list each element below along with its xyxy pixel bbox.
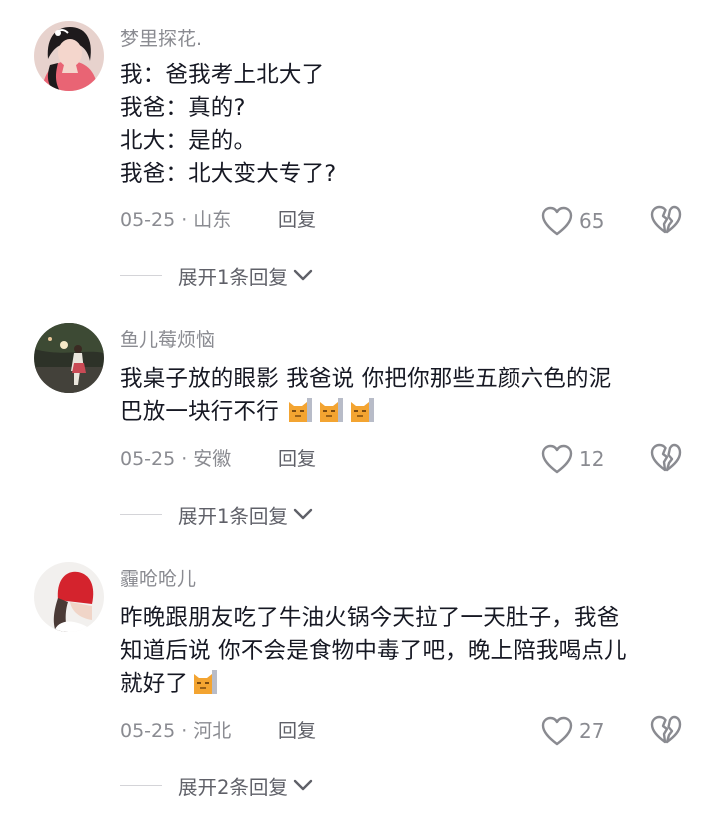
separator-dot: · (181, 720, 188, 742)
comment-location: 安徽 (193, 448, 232, 470)
expand-replies[interactable]: 展开1条回复 (120, 501, 314, 528)
reply-button[interactable]: 回复 (278, 718, 316, 744)
username[interactable]: 梦里探花. (120, 27, 202, 51)
comment-text: 我：爸我考上北大了 我爸：真的? 北大：是的。 我爸：北大变大专了? (120, 59, 690, 191)
heart-outline-icon (541, 206, 573, 236)
broken-heart-icon (650, 715, 682, 744)
separator-dot: · (181, 448, 188, 470)
like-count: 65 (579, 209, 605, 233)
divider-line (120, 513, 162, 515)
dislike-button[interactable] (649, 204, 683, 238)
comment-line: 我爸：北大变大专了? (120, 161, 337, 187)
comment-location: 河北 (193, 720, 232, 742)
avatar[interactable] (34, 562, 104, 632)
comment-line: 我桌子放的眼影 我爸说 你把你那些五颜六色的泥 (120, 366, 612, 392)
comment-date: 05-25 (120, 209, 176, 231)
cat-emoji (349, 396, 375, 424)
chevron-down-icon (293, 269, 313, 281)
like-count: 27 (579, 719, 605, 743)
like-button[interactable]: 27 (540, 714, 604, 748)
comment-date: 05-25 (120, 720, 176, 742)
comment-line: 我爸：真的? (120, 95, 246, 121)
comment-line: 我：爸我考上北大了 (120, 62, 325, 88)
heart-outline-icon (541, 716, 573, 746)
expand-replies[interactable]: 展开1条回复 (120, 262, 314, 289)
cat-emoji (287, 396, 313, 424)
expand-replies-label: 展开1条回复 (178, 265, 288, 289)
like-button[interactable]: 65 (540, 204, 604, 238)
dislike-button[interactable] (649, 442, 683, 476)
comment-meta: 05-25 · 安徽 回复 (120, 446, 316, 472)
comment-line: 就好了 (120, 668, 690, 701)
expand-replies-label: 展开1条回复 (178, 504, 288, 528)
chevron-down-icon (293, 508, 313, 520)
comment-text: 昨晚跟朋友吃了牛油火锅今天拉了一天肚子，我爸 知道后说 你不会是食物中毒了吧，晚… (120, 602, 690, 701)
avatar[interactable] (34, 21, 104, 91)
reply-button[interactable]: 回复 (278, 207, 316, 233)
comment-line-text: 就好了 (120, 671, 189, 697)
divider-line (120, 784, 162, 786)
like-button[interactable]: 12 (540, 442, 604, 476)
heart-outline-icon (541, 444, 573, 474)
cat-emoji (192, 668, 218, 696)
expand-replies[interactable]: 展开2条回复 (120, 772, 314, 799)
comment-line: 北大：是的。 (120, 128, 257, 154)
like-count: 12 (579, 447, 605, 471)
separator-dot: · (181, 209, 188, 231)
dislike-button[interactable] (649, 714, 683, 748)
expand-replies-label: 展开2条回复 (178, 775, 288, 799)
broken-heart-icon (650, 205, 682, 234)
cat-emoji (318, 396, 344, 424)
username[interactable]: 霾呛呛儿 (120, 567, 196, 591)
divider-line (120, 274, 162, 276)
comment-line: 巴放一块行不行 (120, 396, 690, 429)
username[interactable]: 鱼儿莓烦恼 (120, 328, 215, 352)
comment-text: 我桌子放的眼影 我爸说 你把你那些五颜六色的泥 巴放一块行不行 (120, 363, 690, 429)
comment-line: 知道后说 你不会是食物中毒了吧，晚上陪我喝点儿 (120, 638, 627, 664)
comment-line: 昨晚跟朋友吃了牛油火锅今天拉了一天肚子，我爸 (120, 605, 620, 631)
avatar[interactable] (34, 323, 104, 393)
comment-date: 05-25 (120, 448, 176, 470)
reply-button[interactable]: 回复 (278, 446, 316, 472)
comment-location: 山东 (193, 209, 232, 231)
broken-heart-icon (650, 443, 682, 472)
comment-line-text: 巴放一块行不行 (120, 399, 279, 425)
comment-meta: 05-25 · 河北 回复 (120, 718, 316, 744)
comment-meta: 05-25 · 山东 回复 (120, 207, 316, 233)
chevron-down-icon (293, 779, 313, 791)
